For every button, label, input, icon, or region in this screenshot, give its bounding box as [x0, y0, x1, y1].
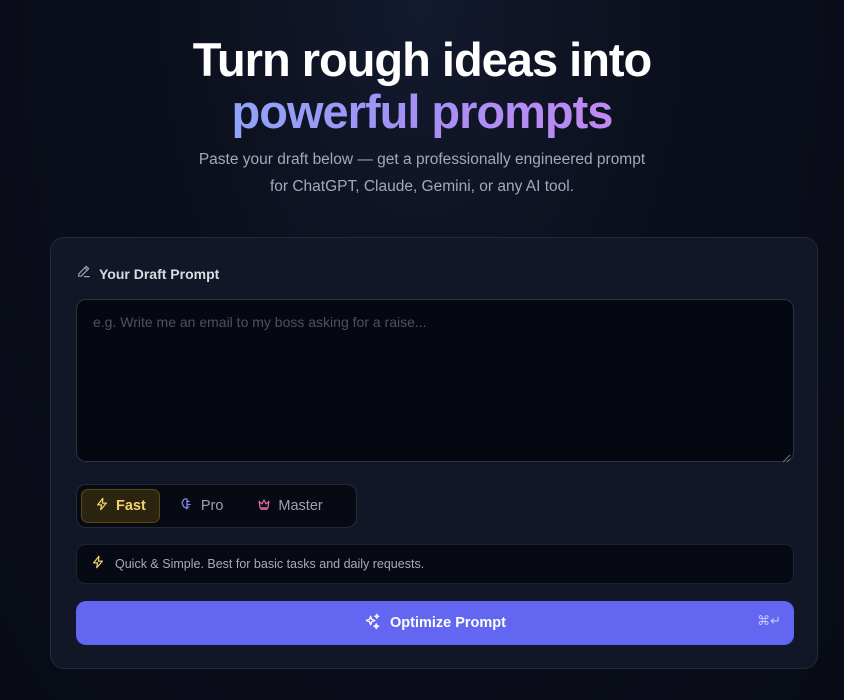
hero: Turn rough ideas into powerful prompts P…: [0, 34, 844, 200]
mode-fast-button[interactable]: Fast: [81, 489, 160, 523]
mode-hint: Quick & Simple. Best for basic tasks and…: [76, 544, 794, 584]
hero-subtitle: Paste your draft below — get a professio…: [0, 146, 844, 200]
draft-label: Your Draft Prompt: [99, 266, 220, 282]
crown-icon: [257, 497, 271, 515]
hero-title-line2: powerful prompts: [231, 85, 614, 138]
hero-subtitle-line2: for ChatGPT, Claude, Gemini, or any AI t…: [269, 178, 575, 195]
resize-handle-icon[interactable]: [782, 450, 791, 463]
mode-hint-text: Quick & Simple. Best for basic tasks and…: [115, 557, 425, 571]
mode-pro-button[interactable]: Pro: [166, 489, 238, 523]
mode-pro-label: Pro: [200, 498, 224, 514]
optimize-prompt-button[interactable]: Optimize Prompt ⌘↵: [76, 601, 794, 645]
prompt-card: Your Draft Prompt Fast P: [50, 237, 818, 669]
lightning-icon: [91, 555, 105, 574]
keyboard-shortcut-hint: ⌘↵: [757, 614, 781, 629]
sparkles-icon: [364, 613, 381, 633]
optimize-prompt-label: Optimize Prompt: [389, 615, 506, 631]
pencil-icon: [76, 264, 91, 284]
mode-selector: Fast Pro Master: [76, 484, 357, 528]
mode-fast-label: Fast: [116, 498, 146, 514]
hero-title-line1: Turn rough ideas into: [192, 33, 653, 86]
mode-master-label: Master: [278, 498, 323, 514]
brain-icon: [180, 497, 194, 515]
hero-subtitle-line1: Paste your draft below — get a professio…: [198, 151, 646, 168]
mode-master-button[interactable]: Master: [243, 489, 336, 523]
draft-prompt-input[interactable]: [76, 299, 794, 462]
draft-label-row: Your Draft Prompt: [76, 264, 219, 284]
lightning-icon: [95, 497, 109, 515]
